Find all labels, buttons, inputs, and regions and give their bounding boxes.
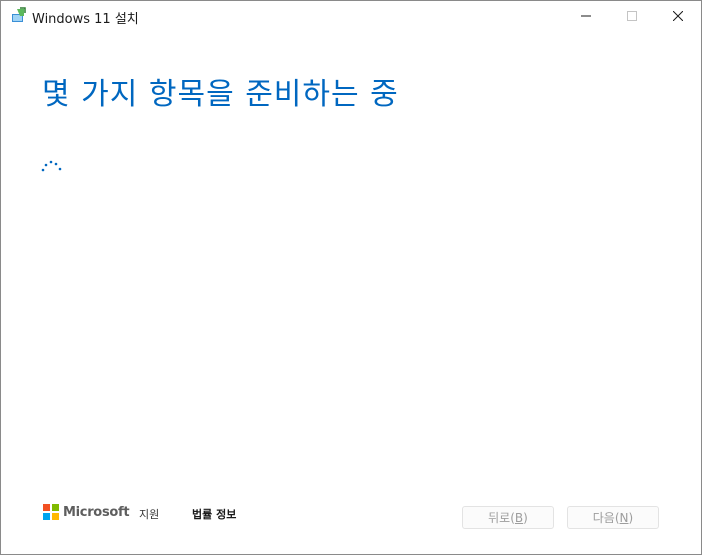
maximize-button[interactable] xyxy=(609,1,655,31)
legal-info-link[interactable]: 법률 정보 xyxy=(192,506,236,522)
minimize-button[interactable] xyxy=(563,1,609,31)
back-button[interactable]: 뒤로(B) xyxy=(462,506,554,529)
minimize-icon xyxy=(581,15,591,17)
microsoft-logo: Microsoft xyxy=(43,504,130,520)
window-title: Windows 11 설치 xyxy=(32,12,139,27)
back-button-label: 뒤로 xyxy=(488,511,511,525)
setup-window: Windows 11 설치 몇 가지 항목을 준비하는 중 Microsoft … xyxy=(0,0,702,555)
back-button-accel: B xyxy=(514,510,524,525)
support-link[interactable]: 지원 xyxy=(139,506,159,522)
setup-app-icon xyxy=(12,7,26,22)
close-icon xyxy=(673,11,683,21)
progress-spinner-icon xyxy=(41,160,62,172)
microsoft-logo-icon xyxy=(43,504,59,520)
close-button[interactable] xyxy=(655,1,701,31)
maximize-icon xyxy=(627,11,637,21)
footer: Microsoft 지원 법률 정보 뒤로(B) 다음(N) xyxy=(1,496,701,536)
next-button-accel: N xyxy=(619,510,629,525)
next-button-label: 다음 xyxy=(592,511,615,525)
microsoft-brand-text: Microsoft xyxy=(63,504,130,520)
page-heading: 몇 가지 항목을 준비하는 중 xyxy=(42,77,399,112)
next-button[interactable]: 다음(N) xyxy=(567,506,659,529)
title-bar[interactable]: Windows 11 설치 xyxy=(1,1,701,31)
